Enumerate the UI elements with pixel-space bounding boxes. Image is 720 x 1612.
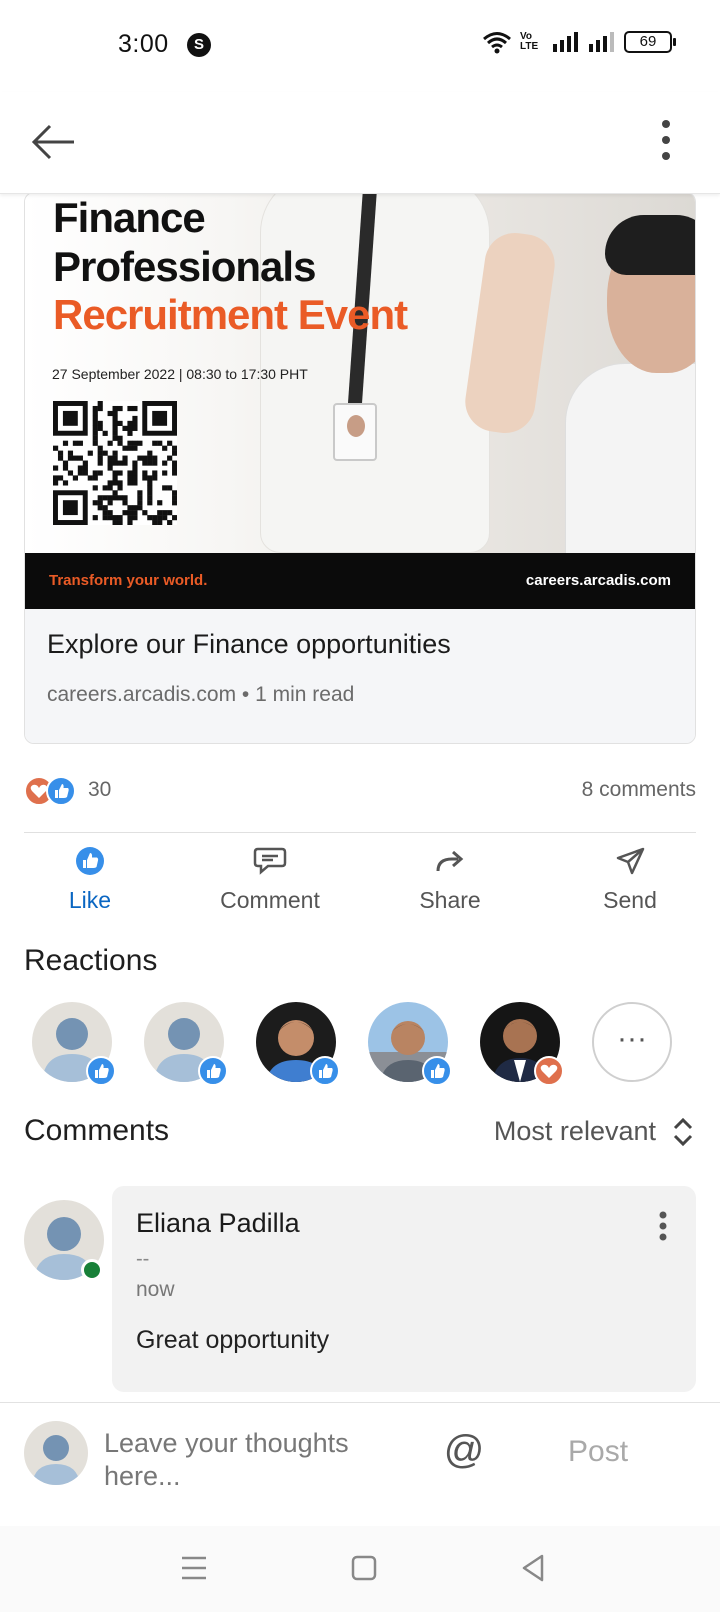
sort-dropdown[interactable]: Most relevant xyxy=(494,1116,656,1147)
like-badge-icon xyxy=(310,1056,340,1086)
article-meta: careers.arcadis.com • 1 min read xyxy=(47,683,355,706)
mention-button[interactable]: @ xyxy=(440,1427,488,1475)
comment-label: Comment xyxy=(220,887,320,913)
comment-button[interactable]: Comment xyxy=(190,845,350,925)
banner-date: 27 September 2022 | 08:30 to 17:30 PHT xyxy=(52,366,308,382)
commenter-headline: -- xyxy=(136,1248,150,1270)
divider xyxy=(24,832,696,833)
signal-icon xyxy=(553,32,578,52)
reactions-summary[interactable]: 30 8 comments xyxy=(24,772,696,812)
like-badge-icon xyxy=(198,1056,228,1086)
reaction-type-icons xyxy=(24,776,80,808)
status-time: 3:00 xyxy=(118,30,169,58)
banner-subtitle: Recruitment Event xyxy=(53,291,408,338)
status-indicators: Vo LTE 69 xyxy=(482,30,676,54)
post-button[interactable]: Post xyxy=(568,1435,628,1469)
signal-icon-2 xyxy=(589,32,614,52)
comment-text: Great opportunity xyxy=(136,1326,330,1354)
comment-compose-bar: Leave your thoughts here... @ Post xyxy=(0,1402,720,1526)
wifi-icon xyxy=(483,32,511,54)
like-badge-icon xyxy=(422,1056,452,1086)
more-options-icon[interactable] xyxy=(652,114,680,166)
online-status-indicator xyxy=(81,1259,103,1281)
reaction-count: 30 xyxy=(88,778,112,801)
qr-code xyxy=(53,401,177,525)
recent-apps-icon[interactable] xyxy=(172,1546,216,1590)
comment-options-icon[interactable] xyxy=(658,1210,668,1242)
notification-app-icon: S xyxy=(187,33,211,57)
sort-chevrons-icon[interactable] xyxy=(668,1116,698,1148)
share-icon xyxy=(436,850,464,872)
back-arrow-icon[interactable] xyxy=(28,116,80,168)
article-link-card[interactable]: Finance Professionals Recruitment Event … xyxy=(24,192,696,744)
comment-count[interactable]: 8 comments xyxy=(582,778,696,802)
like-icon xyxy=(76,847,104,875)
like-button[interactable]: Like xyxy=(10,845,170,925)
article-banner-image: Finance Professionals Recruitment Event … xyxy=(25,193,695,625)
share-button[interactable]: Share xyxy=(370,845,530,925)
id-card xyxy=(333,403,377,461)
app-header xyxy=(0,92,720,194)
send-button[interactable]: Send xyxy=(550,845,710,925)
current-user-avatar xyxy=(24,1421,88,1485)
like-reaction-icon xyxy=(46,776,76,806)
reaction-avatars: ··· xyxy=(32,1002,682,1092)
back-nav-icon[interactable] xyxy=(512,1546,556,1590)
comment-icon xyxy=(253,847,287,875)
like-label: Like xyxy=(68,887,112,913)
comments-heading: Comments xyxy=(24,1114,170,1147)
send-icon xyxy=(616,847,645,875)
article-title[interactable]: Explore our Finance opportunities xyxy=(47,629,451,660)
share-label: Share xyxy=(419,887,481,913)
send-label: Send xyxy=(603,887,657,913)
battery-indicator: 69 xyxy=(624,31,676,53)
action-bar: Like Comment Share Send xyxy=(0,845,720,925)
like-badge-icon xyxy=(86,1056,116,1086)
banner-footer: Transform your world. careers.arcadis.co… xyxy=(25,553,695,609)
love-badge-icon xyxy=(534,1056,564,1086)
banner-title: Finance Professionals xyxy=(53,194,316,290)
comment-bubble: Eliana Padilla -- now Great opportunity xyxy=(112,1186,696,1392)
comment-timestamp: now xyxy=(136,1278,175,1301)
banner-tagline: Transform your world. xyxy=(49,572,208,589)
system-navigation-bar xyxy=(0,1526,720,1612)
home-icon[interactable] xyxy=(342,1546,386,1590)
reactions-heading: Reactions xyxy=(24,944,158,977)
status-bar: 3:00 S Vo LTE 69 xyxy=(0,0,720,92)
volte-indicator: Vo LTE xyxy=(520,31,539,52)
banner-site-url: careers.arcadis.com xyxy=(525,572,671,589)
comment-input[interactable]: Leave your thoughts here... xyxy=(104,1427,404,1493)
article-info[interactable]: Explore our Finance opportunities career… xyxy=(25,609,695,743)
commenter-name[interactable]: Eliana Padilla xyxy=(136,1208,300,1239)
more-reactions-button[interactable]: ··· xyxy=(592,1002,672,1082)
